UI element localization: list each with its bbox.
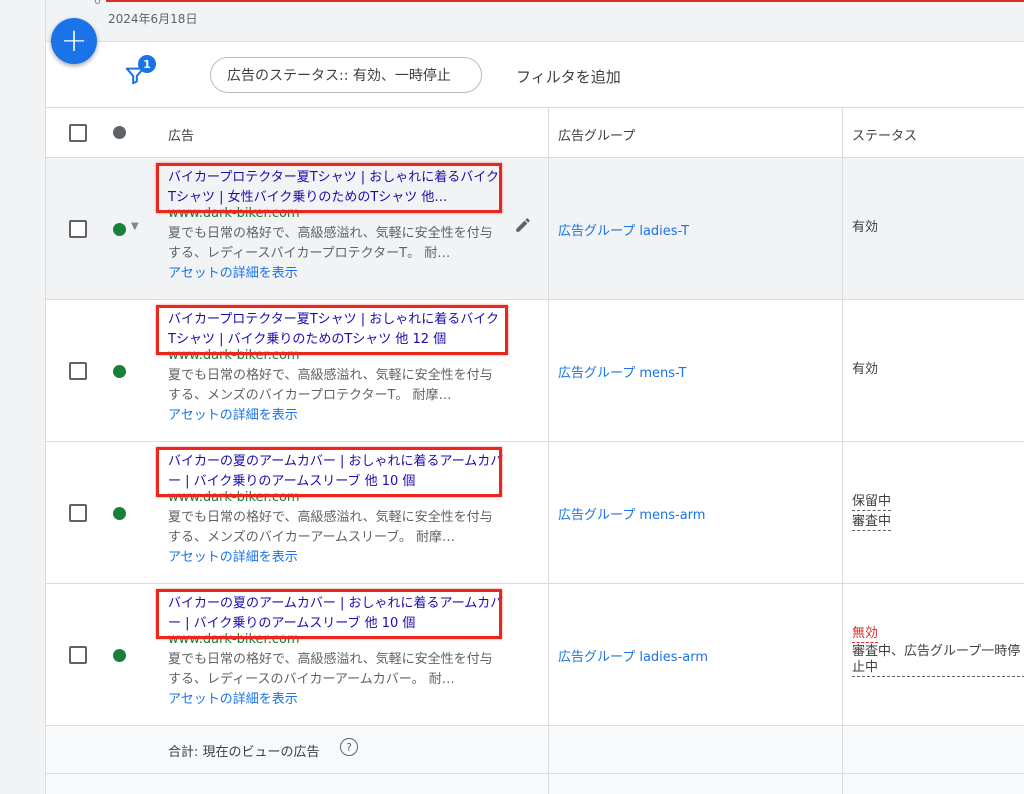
view-asset-details-link[interactable]: アセットの詳細を表示	[168, 264, 504, 284]
enabled-dot-icon[interactable]	[113, 649, 126, 662]
ad-group-link[interactable]: 広告グループ mens-arm	[558, 504, 705, 523]
enabled-dot-icon[interactable]	[113, 365, 126, 378]
table-header: 広告 広告グループ ステータス	[46, 108, 1024, 158]
row-checkbox[interactable]	[69, 362, 87, 380]
filter-count-badge: 1	[138, 55, 156, 73]
status-text[interactable]: 保留中	[852, 494, 892, 511]
help-icon[interactable]: ?	[340, 738, 358, 756]
chart-line	[106, 0, 1024, 2]
highlight-box	[156, 305, 508, 355]
row-checkbox[interactable]	[69, 220, 87, 238]
column-header-ad[interactable]: 広告	[168, 125, 194, 144]
ad-description: 夏でも日常の格好で、高級感溢れ、気軽に安全性を付与する、メンズのバイカーアームス…	[168, 510, 493, 545]
enabled-dot-icon[interactable]	[113, 507, 126, 520]
row-checkbox[interactable]	[69, 646, 87, 664]
status-text: 有効	[852, 220, 879, 235]
create-button[interactable]: +	[51, 18, 97, 64]
table-row: バイカーの夏のアームカバー | おしゃれに着るアームカバー | バイク乗りのアー…	[46, 442, 1024, 584]
status-cell: 無効 審査中、広告グループ一時停止中	[852, 624, 1024, 678]
status-text[interactable]: 無効	[852, 626, 879, 643]
ad-group-link[interactable]: 広告グループ ladies-T	[558, 220, 689, 239]
total-row: 合計: 現在のビューの広告 ?	[46, 726, 1024, 774]
plus-icon: +	[60, 21, 88, 59]
status-text: 有効	[852, 362, 879, 377]
status-column-dot-icon	[113, 126, 126, 139]
chart-strip: 0 2024年6月18日	[46, 0, 1024, 42]
ad-description: 夏でも日常の格好で、高級感溢れ、気軽に安全性を付与する、レディースバイカープロテ…	[168, 226, 493, 261]
view-asset-details-link[interactable]: アセットの詳細を表示	[168, 690, 504, 710]
table-row: バイカーの夏のアームカバー | おしゃれに着るアームカバー | バイク乗りのアー…	[46, 584, 1024, 726]
status-filter-chip[interactable]: 広告のステータス:: 有効、一時停止	[210, 57, 482, 93]
status-cell: 保留中 審査中	[852, 492, 892, 532]
status-cell: 有効	[852, 360, 878, 380]
ad-group-link[interactable]: 広告グループ ladies-arm	[558, 646, 708, 665]
row-checkbox[interactable]	[69, 504, 87, 522]
view-asset-details-link[interactable]: アセットの詳細を表示	[168, 548, 504, 568]
chart-date-label: 2024年6月18日	[108, 12, 198, 26]
highlight-box	[156, 447, 502, 497]
status-reason[interactable]: 審査中、広告グループ一時停止中	[852, 644, 1024, 677]
ad-description: 夏でも日常の格好で、高級感溢れ、気軽に安全性を付与する、メンズのバイカープロテク…	[168, 368, 493, 403]
enabled-dot-icon[interactable]	[113, 223, 126, 236]
total-label: 合計: 現在のビューの広告	[168, 745, 320, 760]
column-header-status[interactable]: ステータス	[852, 125, 917, 144]
status-cell: 有効	[852, 218, 878, 238]
add-filter-button[interactable]: フィルタを追加	[516, 66, 621, 87]
ad-description: 夏でも日常の格好で、高級感溢れ、気軽に安全性を付与する、レディースのバイカーアー…	[168, 652, 493, 687]
select-all-checkbox[interactable]	[69, 124, 87, 142]
status-reason[interactable]: 審査中	[852, 514, 892, 531]
chart-zero-label: 0	[94, 0, 101, 7]
left-gutter	[0, 0, 46, 794]
caret-down-icon[interactable]: ▼	[131, 221, 139, 232]
next-total-row	[46, 774, 1024, 794]
highlight-box	[156, 589, 502, 639]
ads-table: 広告 広告グループ ステータス ▼ バイカープロテクター夏Tシャツ | おしゃれ…	[46, 108, 1024, 794]
column-header-ad-group[interactable]: 広告グループ	[558, 125, 635, 144]
highlight-box	[156, 163, 502, 213]
edit-pencil-icon[interactable]	[514, 216, 532, 234]
view-asset-details-link[interactable]: アセットの詳細を表示	[168, 406, 504, 426]
table-row: ▼ バイカープロテクター夏Tシャツ | おしゃれに着るバイクTシャツ | 女性バ…	[46, 158, 1024, 300]
filter-bar: 1 広告のステータス:: 有効、一時停止 フィルタを追加	[46, 42, 1024, 108]
table-row: バイカープロテクター夏Tシャツ | おしゃれに着るバイクTシャツ | バイク乗り…	[46, 300, 1024, 442]
ad-group-link[interactable]: 広告グループ mens-T	[558, 362, 686, 381]
